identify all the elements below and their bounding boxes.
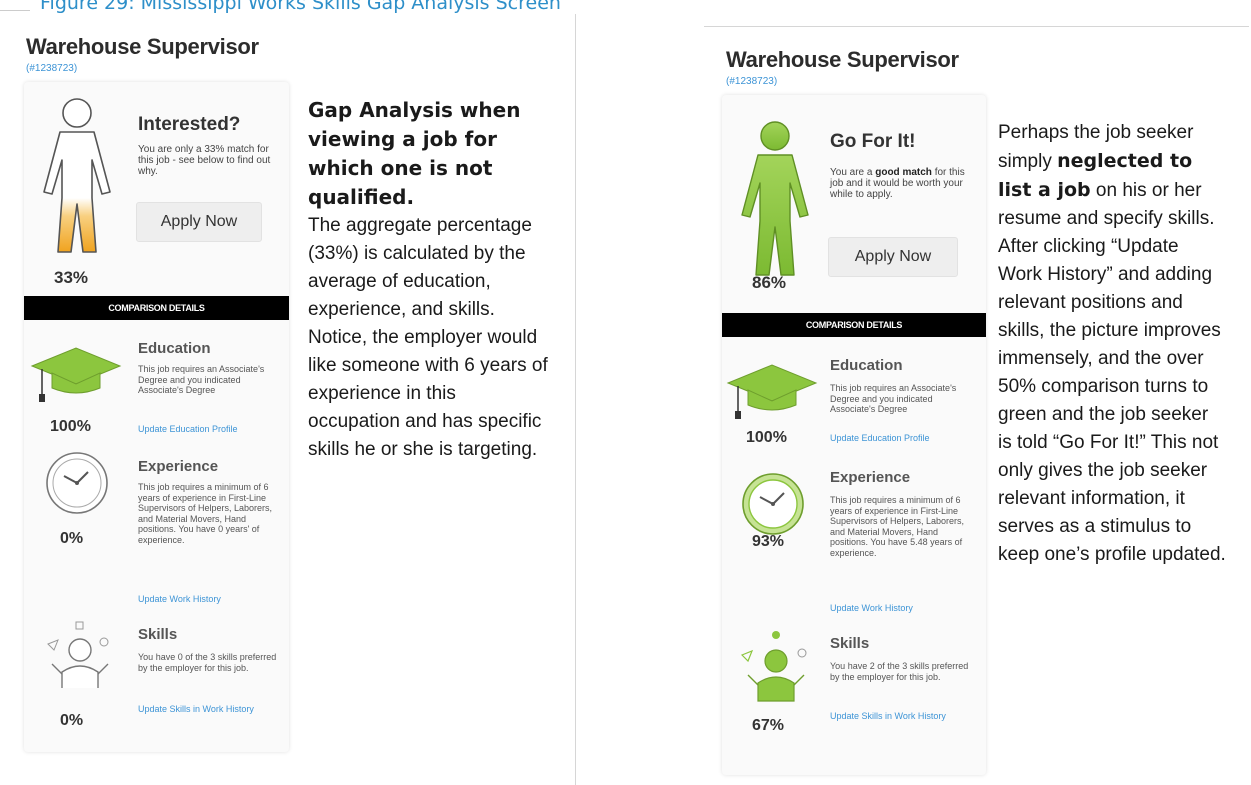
update-work-history-link[interactable]: Update Work History	[138, 594, 221, 604]
update-education-link[interactable]: Update Education Profile	[830, 433, 930, 443]
clock-icon	[742, 473, 804, 535]
overall-percentage: 86%	[752, 273, 787, 292]
update-skills-link[interactable]: Update Skills in Work History	[138, 704, 254, 714]
skills-text: You have 0 of the 3 skills preferred by …	[138, 652, 277, 673]
skills-percentage: 0%	[60, 712, 84, 729]
status-text: You are a good match for this job and it…	[830, 167, 965, 200]
job-title: Warehouse Supervisor	[26, 34, 259, 59]
status-title: Interested?	[138, 114, 241, 135]
update-work-history-link[interactable]: Update Work History	[830, 603, 913, 613]
right-panel: Warehouse Supervisor (#1238723) 86% Go F…	[704, 26, 1249, 785]
right-description: Perhaps the job seeker simply neglected …	[998, 119, 1226, 569]
education-text: This job requires an Associate's Degree …	[830, 383, 957, 414]
experience-percentage: 0%	[60, 530, 84, 547]
education-percentage: 100%	[746, 429, 787, 446]
skills-title: Skills	[138, 626, 178, 643]
left-panel: Warehouse Supervisor (#1238723) 33% Inte…	[14, 14, 576, 785]
left-description: Gap Analysis when viewing a job for whic…	[308, 96, 548, 464]
left-description-body: The aggregate percentage (33%) is calcul…	[308, 215, 548, 460]
status-text: You are only a 33% match for this job - …	[138, 144, 271, 177]
experience-text: This job requires a minimum of 6 years o…	[138, 482, 273, 545]
education-text: This job requires an Associate's Degree …	[138, 364, 265, 395]
page-rule	[0, 10, 30, 11]
skills-text: You have 2 of the 3 skills preferred by …	[830, 661, 969, 682]
education-title: Education	[138, 340, 211, 357]
overall-percentage: 33%	[54, 268, 89, 287]
experience-percentage: 93%	[752, 533, 785, 550]
experience-title: Experience	[138, 458, 219, 475]
skills-percentage: 67%	[752, 717, 785, 734]
graduation-cap-icon	[30, 347, 122, 402]
clock-icon	[46, 452, 108, 514]
figure-caption: Figure 29: Mississippi Works Skills Gap …	[40, 0, 561, 14]
status-title: Go For It!	[830, 131, 916, 152]
experience-title: Experience	[830, 469, 911, 486]
job-id[interactable]: (#1238723)	[26, 63, 77, 74]
right-description-post: on his or her resume and specify skills.…	[998, 180, 1226, 565]
experience-text: This job requires a minimum of 6 years o…	[830, 495, 965, 558]
left-description-heading: Gap Analysis when viewing a job for whic…	[308, 98, 521, 209]
update-skills-link[interactable]: Update Skills in Work History	[830, 711, 946, 721]
gap-analysis-card: 86% Go For It! You are a good match for …	[722, 95, 986, 775]
graduation-cap-icon	[726, 364, 818, 419]
job-title: Warehouse Supervisor	[726, 47, 959, 72]
education-title: Education	[830, 357, 903, 374]
person-orange-icon	[43, 98, 111, 253]
skills-person-icon	[47, 621, 109, 688]
person-green-icon	[741, 121, 809, 276]
gap-analysis-card: 33% Interested? You are only a 33% match…	[24, 82, 289, 752]
comparison-details-header: COMPARISON DETAILS	[722, 313, 986, 337]
apply-now-button[interactable]: Apply Now	[136, 202, 262, 242]
job-id[interactable]: (#1238723)	[726, 76, 777, 87]
education-percentage: 100%	[50, 418, 91, 435]
comparison-details-header: COMPARISON DETAILS	[24, 296, 289, 320]
update-education-link[interactable]: Update Education Profile	[138, 424, 238, 434]
skills-title: Skills	[830, 635, 870, 652]
skills-person-icon	[740, 631, 807, 702]
apply-now-button[interactable]: Apply Now	[828, 237, 958, 277]
